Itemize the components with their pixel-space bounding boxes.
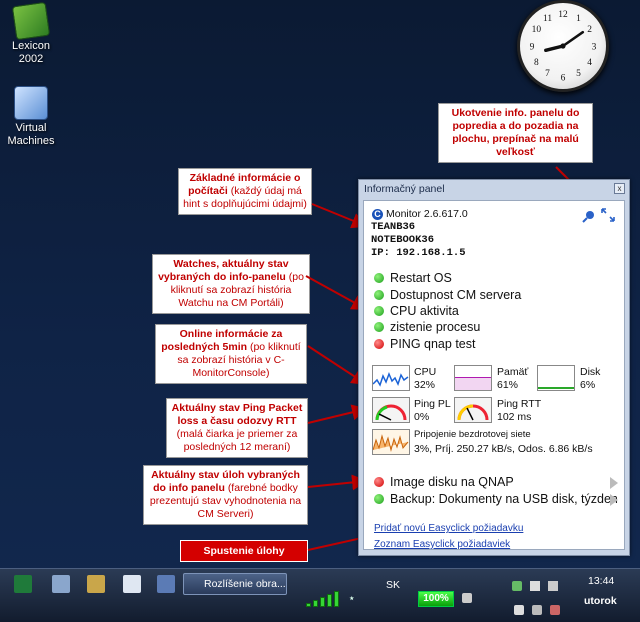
app-icon[interactable] — [87, 575, 105, 593]
resize-toggle-icon[interactable] — [600, 207, 616, 223]
memory-graph[interactable] — [454, 365, 492, 391]
panel-title: Informačný panel — [364, 183, 445, 195]
c-monitor-logo-icon: C — [372, 209, 383, 220]
status-dot-green-icon — [374, 322, 384, 332]
cpu-label: CPU — [414, 366, 437, 378]
ping-rtt-label: Ping RTT — [497, 398, 542, 410]
battery-indicator[interactable]: 100% — [418, 591, 454, 607]
host-name: NOTEBOOK36 — [371, 234, 435, 246]
signal-strength-icon[interactable] — [306, 587, 346, 607]
team-name: TEANB36 — [371, 221, 416, 233]
calculator-icon[interactable] — [123, 575, 141, 593]
network-graph[interactable] — [372, 429, 410, 455]
app-icon[interactable] — [52, 575, 70, 593]
wireless-icon[interactable]: ⋆ — [348, 591, 356, 605]
disk-value: 6% — [580, 379, 596, 391]
arrow-watches — [305, 275, 368, 310]
play-task-icon[interactable] — [610, 494, 618, 506]
network-label: Pripojenie bezdrotovej siete — [414, 429, 531, 440]
play-task-icon[interactable] — [610, 477, 618, 489]
taskbar-task-button[interactable]: Rozlíšenie obra... — [183, 573, 287, 595]
disk-graph[interactable] — [537, 365, 575, 391]
status-dot-green-icon — [374, 290, 384, 300]
volume-icon[interactable] — [514, 605, 524, 615]
tray-icon[interactable] — [550, 605, 560, 615]
watch-item[interactable]: Restart OS — [374, 271, 452, 285]
watch-item[interactable]: zistenie procesu — [374, 320, 480, 334]
memory-label: Pamäť — [497, 366, 529, 378]
pin-icon[interactable] — [582, 209, 596, 223]
ping-rtt-value: 102 ms — [497, 411, 532, 423]
panel-close-button[interactable]: x — [614, 183, 625, 194]
tray-icon[interactable] — [532, 605, 542, 615]
cpu-value: 32% — [414, 379, 436, 391]
clock-day[interactable]: utorok — [584, 595, 617, 607]
watch-item[interactable]: PING qnap test — [374, 337, 475, 351]
panel-body: C Monitor 2.6.617.0 TEANB36 NOTEBOOK36 I… — [363, 200, 625, 550]
cpu-graph[interactable] — [372, 365, 410, 391]
add-easyclick-link[interactable]: Pridať novú Easyclick požiadavku — [374, 523, 523, 534]
network-tray-icon[interactable] — [548, 581, 558, 591]
status-dot-green-icon — [374, 306, 384, 316]
easyclick-list-link[interactable]: Zoznam Easyclick požiadaviek — [374, 539, 510, 550]
memory-value: 61% — [497, 379, 519, 391]
status-dot-red-icon — [374, 339, 384, 349]
language-indicator[interactable]: SK — [386, 579, 400, 591]
task-item[interactable]: Image disku na QNAP — [374, 475, 514, 489]
status-dot-red-icon — [374, 477, 384, 487]
taskbar: Rozlíšenie obra... ⋆ SK 100% 13:44 utoro… — [0, 568, 640, 622]
watch-item[interactable]: CPU aktivita — [374, 304, 459, 318]
excel-icon[interactable] — [14, 575, 32, 593]
app-icon[interactable] — [157, 575, 175, 593]
ping-pl-value: 0% — [414, 411, 430, 423]
task-item[interactable]: Backup: Dokumenty na USB disk, týzden — [374, 492, 618, 506]
ip-address: IP: 192.168.1.5 — [371, 247, 466, 259]
info-panel[interactable]: Informačný panel x C Monitor 2.6.617.0 T… — [358, 179, 630, 556]
flag-icon[interactable] — [530, 581, 540, 591]
ping-rtt-gauge[interactable] — [454, 397, 492, 423]
power-plug-icon[interactable] — [462, 593, 472, 603]
status-dot-green-icon — [374, 273, 384, 283]
status-dot-green-icon — [374, 494, 384, 504]
disk-label: Disk — [580, 366, 601, 378]
monitor-version: Monitor 2.6.617.0 — [386, 208, 468, 220]
ping-pl-label: Ping PL — [414, 398, 451, 410]
watch-item[interactable]: Dostupnost CM servera — [374, 288, 521, 302]
network-value: 3%, Príj. 250.27 kB/s, Odos. 6.86 kB/s — [414, 443, 593, 455]
clock-time[interactable]: 13:44 — [588, 575, 614, 587]
ping-pl-gauge[interactable] — [372, 397, 410, 423]
tray-icon[interactable] — [512, 581, 522, 591]
